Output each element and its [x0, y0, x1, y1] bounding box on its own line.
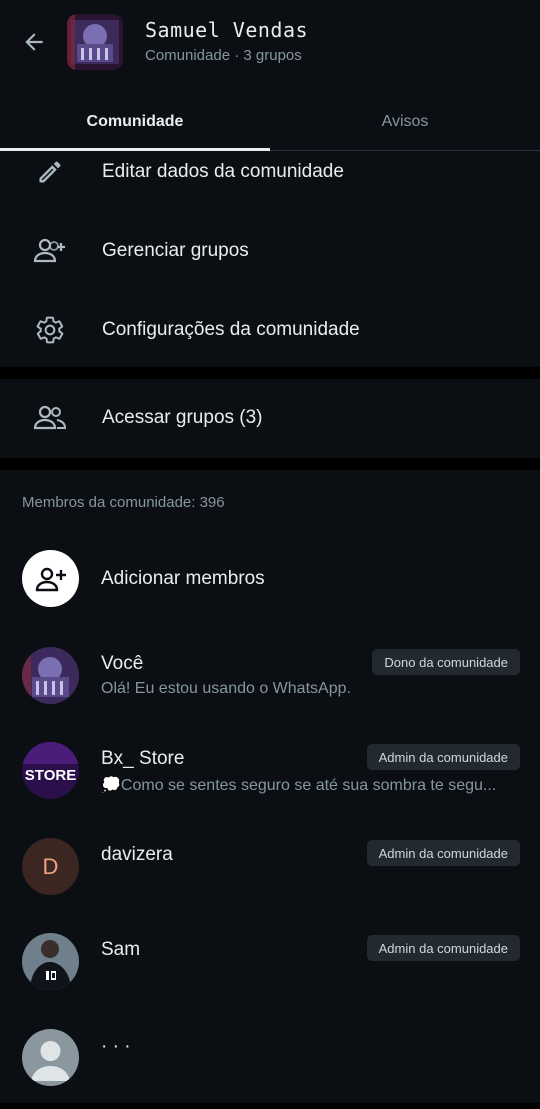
community-subtitle: Comunidade · 3 grupos	[145, 47, 302, 64]
role-badge: Dono da comunidade	[372, 649, 520, 675]
member-avatar[interactable]	[22, 933, 79, 990]
section-divider	[0, 367, 540, 379]
pencil-icon	[32, 154, 68, 190]
member-name: davizera	[101, 844, 173, 865]
member-avatar[interactable]: D	[22, 838, 79, 895]
section-divider	[0, 458, 540, 470]
member-name: Você	[101, 653, 144, 674]
member-name: · · ·	[101, 1036, 131, 1057]
community-settings-label: Configurações da comunidade	[102, 319, 360, 340]
community-screen: Samuel Vendas Comunidade · 3 grupos Comu…	[0, 0, 540, 1109]
arrow-left-icon	[25, 33, 43, 51]
member-row[interactable]: D davizera Admin da comunidade	[0, 821, 540, 911]
community-title[interactable]: Samuel Vendas	[145, 18, 308, 42]
member-name: Bx_ Store	[101, 748, 185, 769]
role-badge: Admin da comunidade	[366, 935, 520, 961]
edit-community-item[interactable]: Editar dados da comunidade	[0, 137, 540, 207]
members-count-label: Membros da comunidade: 396	[22, 494, 225, 511]
gear-icon	[32, 312, 68, 348]
access-groups-item[interactable]: Acessar grupos (3)	[0, 383, 540, 453]
member-row[interactable]: Sam Admin da comunidade	[0, 916, 540, 1006]
community-settings-item[interactable]: Configurações da comunidade	[0, 295, 540, 365]
add-member-avatar	[22, 550, 79, 607]
back-button[interactable]	[18, 26, 50, 58]
person-add-icon	[35, 567, 66, 591]
group-icon	[32, 400, 68, 436]
bottom-edge	[0, 1103, 540, 1109]
role-badge: Admin da comunidade	[366, 840, 520, 866]
member-row[interactable]: · · ·	[0, 1011, 540, 1101]
member-row[interactable]: STORE Bx_ Store 💭Como se sentes seguro s…	[0, 725, 540, 815]
member-name: Sam	[101, 939, 141, 960]
access-groups-label: Acessar grupos (3)	[102, 407, 263, 428]
manage-groups-label: Gerenciar grupos	[102, 240, 249, 261]
member-row[interactable]: Você Olá! Eu estou usando o WhatsApp. Do…	[0, 630, 540, 720]
add-members-label: Adicionar membros	[101, 568, 265, 589]
add-members-item[interactable]: Adicionar membros	[0, 533, 540, 623]
role-badge: Admin da comunidade	[366, 744, 520, 770]
group-add-icon	[32, 233, 68, 269]
member-avatar[interactable]	[22, 647, 79, 704]
member-avatar[interactable]	[22, 1029, 79, 1086]
community-avatar[interactable]	[67, 14, 123, 70]
member-status: 💭Como se sentes seguro se até sua sombra…	[101, 777, 497, 794]
store-avatar-text: STORE	[25, 767, 76, 784]
app-header: Samuel Vendas Comunidade · 3 grupos Comu…	[0, 0, 540, 151]
manage-groups-item[interactable]: Gerenciar grupos	[0, 216, 540, 286]
edit-community-label: Editar dados da comunidade	[102, 161, 344, 182]
access-groups-block: Acessar grupos (3)	[0, 379, 540, 458]
community-actions: Editar dados da comunidade Gerenciar gru…	[0, 151, 540, 367]
default-person-icon	[31, 1041, 70, 1081]
member-status: Olá! Eu estou usando o WhatsApp.	[101, 680, 351, 697]
member-avatar[interactable]: STORE	[22, 742, 79, 799]
